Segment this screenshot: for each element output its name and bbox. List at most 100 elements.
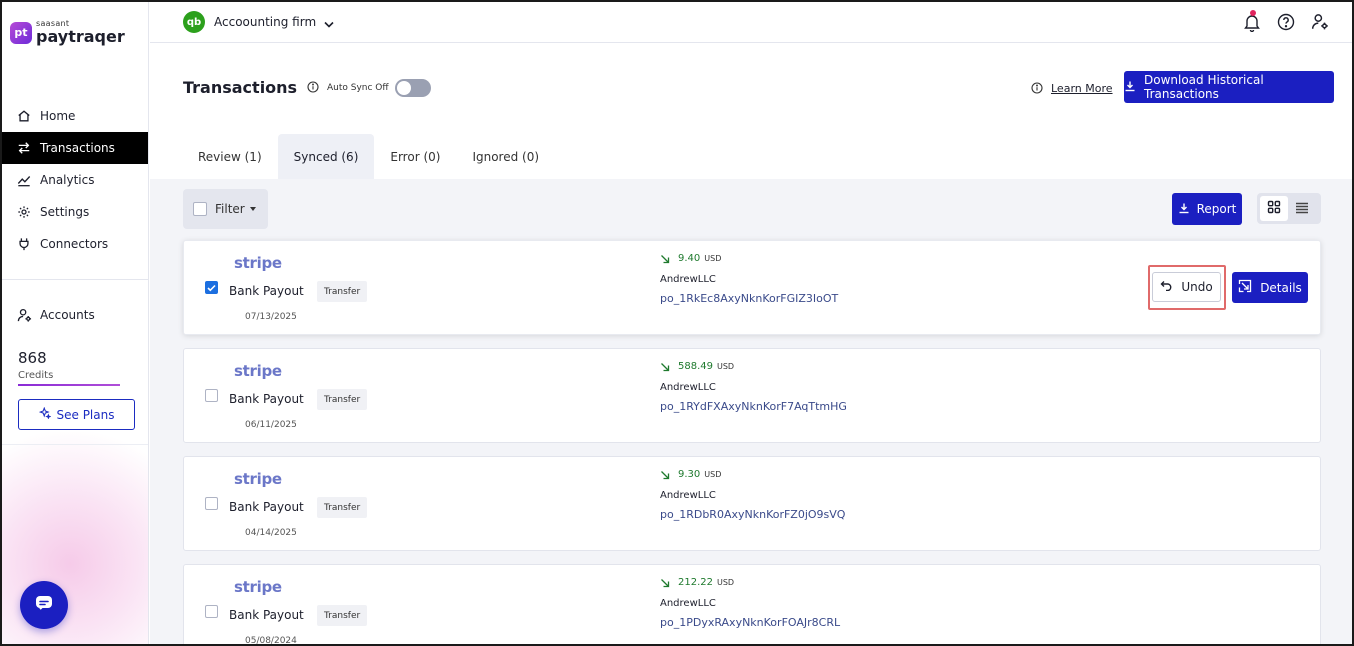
transaction-title: Bank Payout: [229, 392, 304, 406]
undo-button[interactable]: Undo: [1152, 272, 1221, 302]
user-settings-icon[interactable]: [1310, 11, 1330, 33]
filter-dropdown[interactable]: Filter: [215, 202, 245, 216]
help-icon[interactable]: [1276, 11, 1296, 33]
auto-sync-label: Auto Sync Off: [327, 82, 389, 93]
details-button[interactable]: Details: [1232, 272, 1308, 303]
row-checkbox[interactable]: [205, 389, 218, 402]
transaction-type-badge: Transfer: [317, 389, 368, 410]
payout-id[interactable]: po_1RkEc8AxyNknKorFGIZ3IoOT: [660, 292, 838, 305]
sidebar-item-accounts[interactable]: Accounts: [2, 299, 148, 331]
see-plans-button[interactable]: See Plans: [18, 399, 135, 430]
transaction-type-badge: Transfer: [317, 281, 368, 302]
page-title: Transactions: [183, 78, 298, 97]
transaction-title: Bank Payout: [229, 608, 304, 622]
list-view-icon: [1295, 199, 1309, 218]
tab-review[interactable]: Review (1): [182, 134, 278, 179]
arrow-down-right-icon: [661, 362, 670, 371]
auto-sync-toggle[interactable]: [394, 78, 431, 97]
amount-currency: USD: [717, 362, 735, 371]
learn-more-link[interactable]: Learn More: [1051, 82, 1113, 95]
row-checkbox[interactable]: [205, 497, 218, 510]
sidebar-item-analytics[interactable]: Analytics: [2, 164, 148, 196]
home-icon: [16, 108, 32, 124]
app-window: pt saasant paytraqer Home Transactions A…: [0, 0, 1354, 646]
company-selector[interactable]: qb Accoounting firm: [183, 11, 334, 33]
download-button-label: Download Historical Transactions: [1144, 73, 1264, 101]
quickbooks-logo-icon: qb: [183, 11, 205, 33]
checkmark-icon: [207, 284, 216, 291]
chat-support-button[interactable]: [20, 581, 68, 629]
brand-name: paytraqer: [36, 27, 125, 46]
undo-icon: [1160, 280, 1173, 294]
amount-currency: USD: [704, 254, 722, 263]
transactions-panel: Filter Report stripe Bank Payout Transfe…: [150, 179, 1352, 646]
arrow-down-right-icon: [661, 470, 670, 479]
company-name: Accoounting firm: [214, 15, 317, 29]
info-icon: [307, 78, 319, 97]
transaction-date: 04/14/2025: [245, 528, 297, 538]
transaction-amount: 9.30 USD: [660, 469, 721, 480]
chevron-down-icon: [324, 13, 334, 32]
amount-value: 588.49: [678, 361, 713, 372]
top-bar: qb Accoounting firm: [150, 2, 1352, 43]
arrow-down-right-icon: [661, 254, 670, 263]
sidebar-item-label: Settings: [40, 205, 90, 219]
credits-panel: 868 Credits: [18, 349, 53, 381]
transaction-title: Bank Payout: [229, 500, 304, 514]
transaction-card[interactable]: stripe Bank Payout Transfer 05/08/2024 2…: [183, 564, 1321, 646]
sidebar-nav: Home Transactions Analytics Settings Con…: [2, 100, 148, 260]
toggle-knob: [396, 80, 411, 95]
transaction-amount: 9.40 USD: [660, 253, 721, 264]
chat-icon: [34, 594, 54, 616]
transaction-date: 05/08/2024: [245, 636, 297, 646]
payout-id[interactable]: po_1PDyxRAxyNknKorFOAJr8CRL: [660, 616, 840, 629]
transaction-date: 07/13/2025: [245, 312, 297, 322]
payout-id[interactable]: po_1RYdFXAxyNknKorF7AqTtmHG: [660, 400, 847, 413]
transaction-card[interactable]: stripe Bank Payout Transfer 04/14/2025 9…: [183, 456, 1321, 551]
amount-value: 9.40: [678, 253, 701, 264]
customer-name: AndrewLLC: [660, 382, 716, 393]
top-bar-actions: [1242, 10, 1330, 33]
transaction-title: Bank Payout: [229, 284, 304, 298]
brand-logo[interactable]: pt saasant paytraqer: [10, 20, 125, 45]
sidebar-item-connectors[interactable]: Connectors: [2, 228, 148, 260]
sidebar-item-home[interactable]: Home: [2, 100, 148, 132]
list-view-button[interactable]: [1288, 196, 1316, 221]
download-icon: [1124, 80, 1136, 95]
sidebar-item-transactions[interactable]: Transactions: [2, 132, 148, 164]
payout-id[interactable]: po_1RDbR0AxyNknKorFZ0jO9sVQ: [660, 508, 845, 521]
status-tabs: Review (1) Synced (6) Error (0) Ignored …: [182, 134, 555, 179]
plug-icon: [16, 236, 32, 252]
download-historical-transactions-button[interactable]: Download Historical Transactions: [1124, 71, 1334, 103]
transaction-date: 06/11/2025: [245, 420, 297, 430]
arrow-down-right-icon: [661, 578, 670, 587]
select-all-checkbox[interactable]: [193, 202, 207, 216]
row-checkbox[interactable]: [205, 281, 218, 294]
transaction-card[interactable]: stripe Bank Payout Transfer 07/13/2025 9…: [183, 240, 1321, 335]
notification-bell-icon[interactable]: [1242, 10, 1262, 33]
credits-value: 868: [18, 349, 47, 367]
grid-view-button[interactable]: [1260, 196, 1288, 221]
sidebar-item-label: Accounts: [40, 308, 95, 322]
info-icon: [1031, 79, 1043, 98]
transaction-card[interactable]: stripe Bank Payout Transfer 06/11/2025 5…: [183, 348, 1321, 443]
stripe-logo: stripe: [234, 254, 282, 272]
undo-label: Undo: [1181, 280, 1213, 294]
view-mode-toggle: [1257, 193, 1321, 224]
customer-name: AndrewLLC: [660, 490, 716, 501]
tab-error[interactable]: Error (0): [374, 134, 456, 179]
sidebar-panel-edge: [2, 444, 148, 445]
transaction-type-badge: Transfer: [317, 497, 368, 518]
amount-currency: USD: [717, 578, 735, 587]
row-checkbox[interactable]: [205, 605, 218, 618]
tab-ignored[interactable]: Ignored (0): [456, 134, 555, 179]
tab-synced[interactable]: Synced (6): [277, 134, 375, 179]
report-button[interactable]: Report: [1172, 193, 1242, 225]
sidebar-item-label: Transactions: [40, 141, 115, 155]
amount-value: 9.30: [678, 469, 701, 480]
stripe-logo: stripe: [234, 362, 282, 380]
sidebar-item-settings[interactable]: Settings: [2, 196, 148, 228]
sparkle-icon: [38, 406, 52, 422]
credits-progress-bar: [18, 384, 120, 386]
report-button-label: Report: [1196, 202, 1237, 216]
